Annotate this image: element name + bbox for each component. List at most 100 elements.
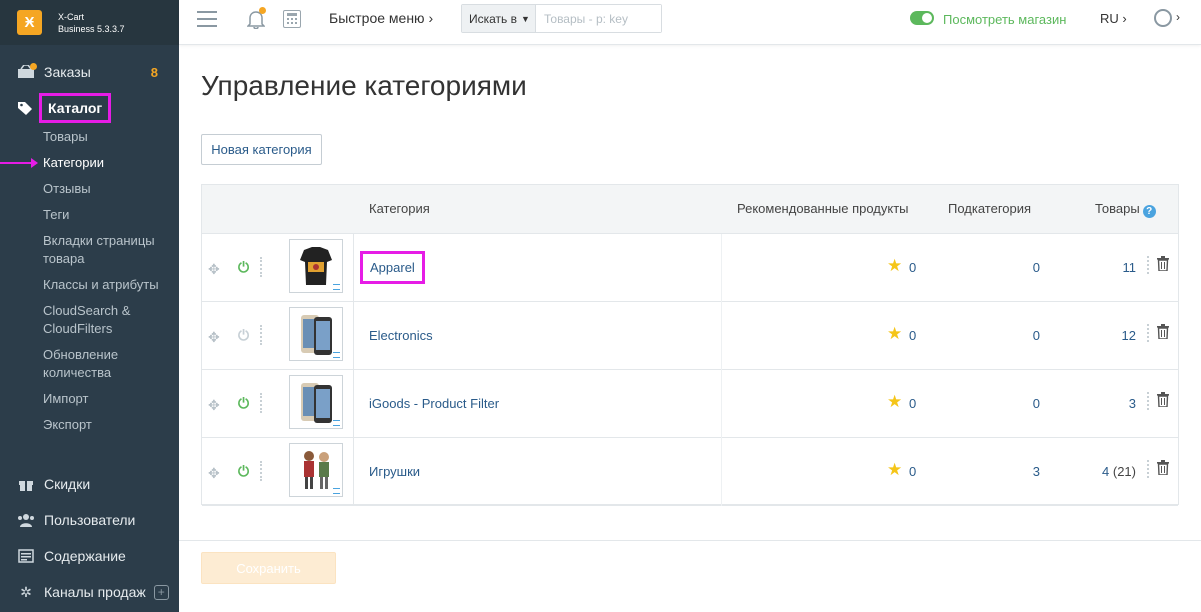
category-image[interactable] <box>289 239 343 293</box>
category-link[interactable]: Игрушки <box>369 464 420 479</box>
trash-icon[interactable] <box>1157 392 1169 408</box>
tags-icon <box>16 100 36 116</box>
highlight-arrow-icon <box>0 158 38 168</box>
image-menu-icon <box>333 284 340 290</box>
recommended-count[interactable]: 0 <box>909 464 916 479</box>
orders-count-badge: 8 <box>150 64 158 80</box>
categories-table: Категория Рекомендованные продукты Подка… <box>201 184 1179 506</box>
users-icon <box>16 512 36 528</box>
star-icon: ★ <box>887 460 903 479</box>
image-menu-icon <box>333 488 340 494</box>
footer-divider <box>179 540 1201 541</box>
chevron-right-icon[interactable]: › <box>1176 10 1180 24</box>
products-count[interactable]: 3 <box>1129 396 1136 411</box>
sidebar-subitem-products[interactable]: Товары <box>43 124 179 150</box>
sidebar-item-label: Заказы <box>44 64 91 80</box>
xcart-logo-icon: Ӿ <box>17 10 42 35</box>
category-image[interactable] <box>289 307 343 361</box>
brand-name: X-Cart <box>58 11 85 22</box>
sidebar-item-orders[interactable]: Заказы 8 <box>0 58 179 86</box>
category-link[interactable]: Apparel <box>360 251 425 284</box>
brand-edition: Business 5.3.3.7 <box>58 23 125 34</box>
sidebar-item-sales-channels[interactable]: ✲ Каналы продаж + <box>0 574 179 610</box>
store-toggle[interactable] <box>910 11 934 25</box>
catalog-submenu: Товары Категории Отзывы Теги Вкладки стр… <box>0 124 179 438</box>
chevron-right-icon: › <box>1122 11 1127 26</box>
recommended-count[interactable]: 0 <box>909 396 916 411</box>
sidebar-subitem-classes-attributes[interactable]: Классы и атрибуты <box>43 272 179 298</box>
calculator-icon[interactable] <box>283 10 301 28</box>
sidebar-subitem-reviews[interactable]: Отзывы <box>43 176 179 202</box>
star-icon: ★ <box>887 256 903 275</box>
products-count[interactable]: 4 (21) <box>1102 464 1136 479</box>
brand[interactable]: Ӿ X-Cart Business 5.3.3.7 <box>0 0 179 45</box>
power-toggle-icon[interactable]: ⏻ <box>238 327 249 344</box>
sidebar-subitem-cloudsearch[interactable]: CloudSearch & CloudFilters <box>43 298 148 342</box>
power-toggle-icon[interactable]: ⏻ <box>238 259 249 276</box>
recommended-count[interactable]: 0 <box>909 328 916 343</box>
power-toggle-icon[interactable]: ⏻ <box>238 463 249 480</box>
menu-hamburger-icon[interactable] <box>197 11 217 27</box>
dots-vertical-icon <box>260 393 262 413</box>
trash-icon[interactable] <box>1157 460 1169 476</box>
products-count[interactable]: 12 <box>1122 328 1136 343</box>
language-select[interactable]: RU › <box>1100 11 1127 26</box>
drag-handle-icon[interactable]: ✥ <box>208 465 220 482</box>
sidebar-subitem-export[interactable]: Экспорт <box>43 412 179 438</box>
sidebar-subitem-product-tabs[interactable]: Вкладки страницы товара <box>43 228 168 272</box>
subcategories-count[interactable]: 3 <box>1030 464 1040 479</box>
sidebar-item-label: Каталог <box>39 93 112 123</box>
table-row: ✥ ⏻ Electronics ★ 0 0 12 <box>202 302 1178 370</box>
column-header-category[interactable]: Категория <box>369 201 430 216</box>
search-scope-select[interactable]: Искать в ▼ <box>462 5 536 32</box>
image-menu-icon <box>333 420 340 426</box>
top-header: Быстрое меню › Искать в ▼ Посмотреть маг… <box>179 0 1201 45</box>
category-image[interactable] <box>289 443 343 497</box>
new-category-button[interactable]: Новая категория <box>201 134 322 165</box>
drag-handle-icon[interactable]: ✥ <box>208 397 220 414</box>
star-icon: ★ <box>887 324 903 343</box>
drag-handle-icon[interactable]: ✥ <box>208 261 220 278</box>
table-row: ✥ ⏻ Игрушки ★ 0 3 4 (21) <box>202 438 1178 506</box>
category-image[interactable] <box>289 375 343 429</box>
sidebar-item-discounts[interactable]: Скидки <box>0 466 179 502</box>
chevron-right-icon: › <box>428 10 434 26</box>
table-header: Категория Рекомендованные продукты Подка… <box>202 185 1178 234</box>
search-input[interactable] <box>536 5 661 32</box>
sidebar-item-content[interactable]: Содержание <box>0 538 179 574</box>
subcategories-count[interactable]: 0 <box>1030 260 1040 275</box>
quick-menu-button[interactable]: Быстрое меню › <box>329 10 433 26</box>
table-row: ✥ ⏻ Apparel ★ 0 0 11 <box>202 234 1178 302</box>
sidebar-subitem-import[interactable]: Импорт <box>43 386 179 412</box>
notification-dot <box>259 7 266 14</box>
view-store-link[interactable]: Посмотреть магазин <box>943 12 1066 27</box>
sidebar-item-users[interactable]: Пользователи <box>0 502 179 538</box>
sidebar-item-catalog[interactable]: Каталог <box>0 93 179 123</box>
subcategories-count[interactable]: 0 <box>1030 328 1040 343</box>
add-channel-icon[interactable]: + <box>153 584 169 600</box>
sidebar-subitem-categories[interactable]: Категории <box>0 150 179 176</box>
save-button[interactable]: Сохранить <box>201 552 336 584</box>
sidebar-subitem-quantity-update[interactable]: Обновление количества <box>43 342 148 386</box>
column-header-subcategories: Подкатегория <box>948 201 1032 216</box>
dots-vertical-icon <box>260 325 262 345</box>
products-count[interactable]: 11 <box>1123 260 1137 275</box>
column-header-recommended: Рекомендованные продукты <box>737 201 909 216</box>
user-avatar-icon[interactable] <box>1154 9 1172 27</box>
subcategories-count[interactable]: 0 <box>1030 396 1040 411</box>
power-toggle-icon[interactable]: ⏻ <box>238 395 249 412</box>
category-link[interactable]: iGoods - Product Filter <box>369 396 499 411</box>
recommended-count[interactable]: 0 <box>909 260 916 275</box>
help-icon[interactable]: ? <box>1142 205 1156 218</box>
dots-vertical-icon <box>260 257 262 277</box>
sidebar: Ӿ X-Cart Business 5.3.3.7 Заказы 8 Катал… <box>0 0 179 612</box>
page-title: Управление категориями <box>201 70 527 101</box>
drag-handle-icon[interactable]: ✥ <box>208 329 220 346</box>
image-menu-icon <box>333 352 340 358</box>
trash-icon[interactable] <box>1157 324 1169 340</box>
sidebar-subitem-tags[interactable]: Теги <box>43 202 179 228</box>
category-link[interactable]: Electronics <box>369 328 433 343</box>
orders-notification-dot <box>30 63 37 70</box>
trash-icon[interactable] <box>1157 256 1169 272</box>
caret-down-icon: ▼ <box>521 13 530 24</box>
